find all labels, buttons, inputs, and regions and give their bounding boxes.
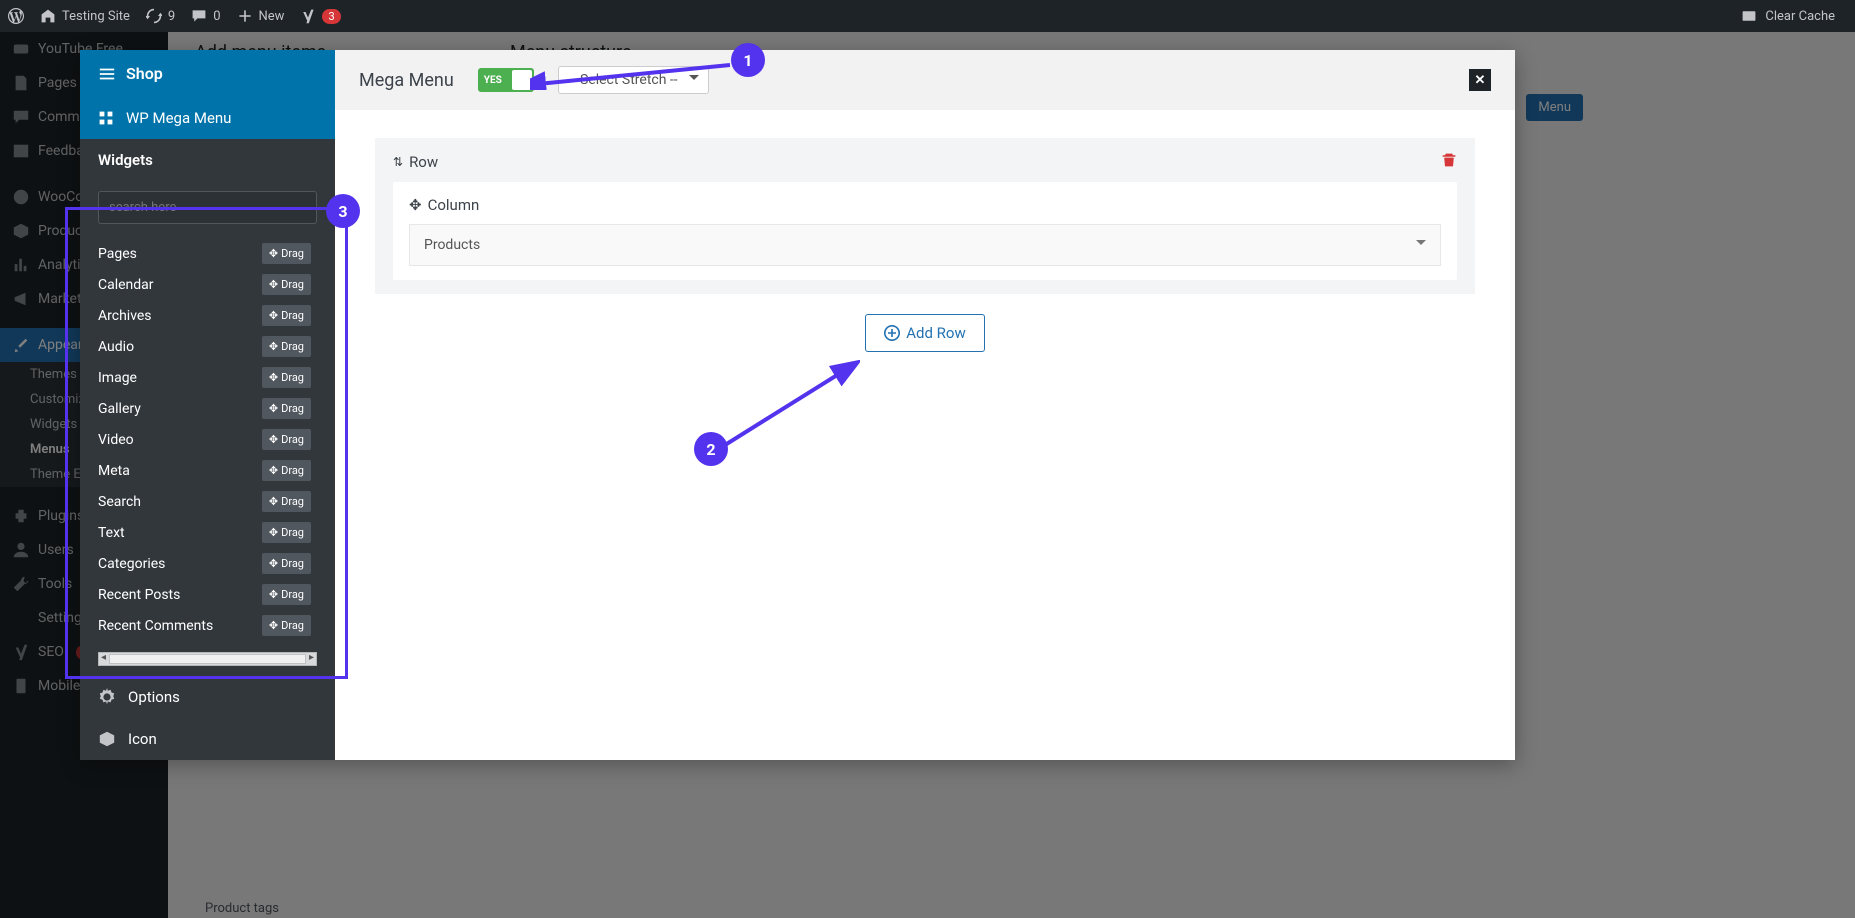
yoast-badge: 3 <box>322 9 340 24</box>
annotation-3: 3 <box>326 194 360 228</box>
yoast-link[interactable]: 3 <box>292 0 348 32</box>
updates-count: 9 <box>168 9 175 24</box>
drag-button[interactable]: ✥Drag <box>262 305 311 326</box>
update-icon <box>146 8 162 24</box>
drag-button[interactable]: ✥Drag <box>262 243 311 264</box>
comments-link[interactable]: 0 <box>183 0 228 32</box>
drag-button[interactable]: ✥Drag <box>262 336 311 357</box>
widget-item-meta: Meta✥Drag <box>98 455 311 486</box>
widget-item-recent-comments: Recent Comments✥Drag <box>98 610 311 641</box>
yoast-icon <box>300 8 316 24</box>
shop-header: Shop <box>80 50 335 97</box>
column-handle[interactable]: ✥ Column <box>409 196 1441 214</box>
mega-menu-modal: Shop WP Mega Menu Widgets Pages✥Drag Cal… <box>80 50 1515 760</box>
drag-button[interactable]: ✥Drag <box>262 553 311 574</box>
stretch-select[interactable]: -- Select Stretch -- <box>558 66 709 94</box>
comments-count: 0 <box>213 9 220 24</box>
site-name-link[interactable]: Testing Site <box>32 0 138 32</box>
drag-button[interactable]: ✥Drag <box>262 367 311 388</box>
drag-button[interactable]: ✥Drag <box>262 429 311 450</box>
drag-button[interactable]: ✥Drag <box>262 460 311 481</box>
cache-icon <box>1741 8 1757 24</box>
close-button[interactable]: ✕ <box>1469 69 1491 91</box>
move-icon: ✥ <box>409 196 422 214</box>
updates-link[interactable]: 9 <box>138 0 183 32</box>
drag-button[interactable]: ✥Drag <box>262 584 311 605</box>
wp-logo[interactable] <box>0 0 32 32</box>
comment-icon <box>191 8 207 24</box>
tab-wp-mega-menu[interactable]: WP Mega Menu <box>80 97 335 139</box>
widget-item-audio: Audio✥Drag <box>98 331 311 362</box>
widget-item-gallery: Gallery✥Drag <box>98 393 311 424</box>
trash-icon <box>1441 152 1457 168</box>
widget-search-input[interactable] <box>98 191 317 224</box>
widget-item-text: Text✥Drag <box>98 517 311 548</box>
widget-item-archives: Archives✥Drag <box>98 300 311 331</box>
widget-item-image: Image✥Drag <box>98 362 311 393</box>
widget-item-recent-posts: Recent Posts✥Drag <box>98 579 311 610</box>
home-icon <box>40 8 56 24</box>
widget-item-calendar: Calendar✥Drag <box>98 269 311 300</box>
caret-down-icon <box>1416 240 1426 250</box>
tab-options[interactable]: Options <box>80 676 335 718</box>
clear-cache-link[interactable]: Clear Cache <box>1765 0 1835 32</box>
delete-row-button[interactable] <box>1441 152 1457 172</box>
plus-circle-icon <box>884 325 900 341</box>
mega-menu-title: Mega Menu <box>359 70 454 91</box>
gear-icon <box>98 688 116 706</box>
widget-hscroll[interactable] <box>98 652 317 666</box>
widget-item-categories: Categories✥Drag <box>98 548 311 579</box>
sort-icon: ⇅ <box>393 155 403 169</box>
new-link[interactable]: New <box>229 0 293 32</box>
widget-item-search: Search✥Drag <box>98 486 311 517</box>
drag-button[interactable]: ✥Drag <box>262 274 311 295</box>
site-name: Testing Site <box>62 9 130 24</box>
plus-icon <box>237 8 253 24</box>
widgets-heading: Widgets <box>80 139 335 181</box>
menu-icon <box>98 65 116 83</box>
drag-button[interactable]: ✥Drag <box>262 491 311 512</box>
widget-item-video: Video✥Drag <box>98 424 311 455</box>
annotation-2: 2 <box>694 432 728 466</box>
widget-item-pages: Pages✥Drag <box>98 238 311 269</box>
annotation-1: 1 <box>731 43 765 77</box>
wordpress-icon <box>8 8 24 24</box>
widget-list[interactable]: Pages✥Drag Calendar✥Drag Archives✥Drag A… <box>98 238 317 648</box>
drag-button[interactable]: ✥Drag <box>262 615 311 636</box>
add-row-button[interactable]: Add Row <box>865 314 985 352</box>
drag-button[interactable]: ✥Drag <box>262 522 311 543</box>
row-panel: ⇅ Row ✥ Column Products <box>375 138 1475 294</box>
column-panel: ✥ Column Products <box>393 182 1457 280</box>
cube-icon <box>98 730 116 748</box>
drag-button[interactable]: ✥Drag <box>262 398 311 419</box>
product-widget-row[interactable]: Products <box>409 224 1441 266</box>
grid-icon <box>98 110 114 126</box>
modal-header: Mega Menu YES -- Select Stretch -- ✕ <box>335 50 1515 110</box>
row-handle[interactable]: ⇅ Row <box>393 153 438 171</box>
mega-menu-toggle[interactable]: YES <box>478 68 534 92</box>
tab-icon[interactable]: Icon <box>80 718 335 760</box>
new-label: New <box>259 9 285 24</box>
toggle-knob <box>512 70 532 90</box>
